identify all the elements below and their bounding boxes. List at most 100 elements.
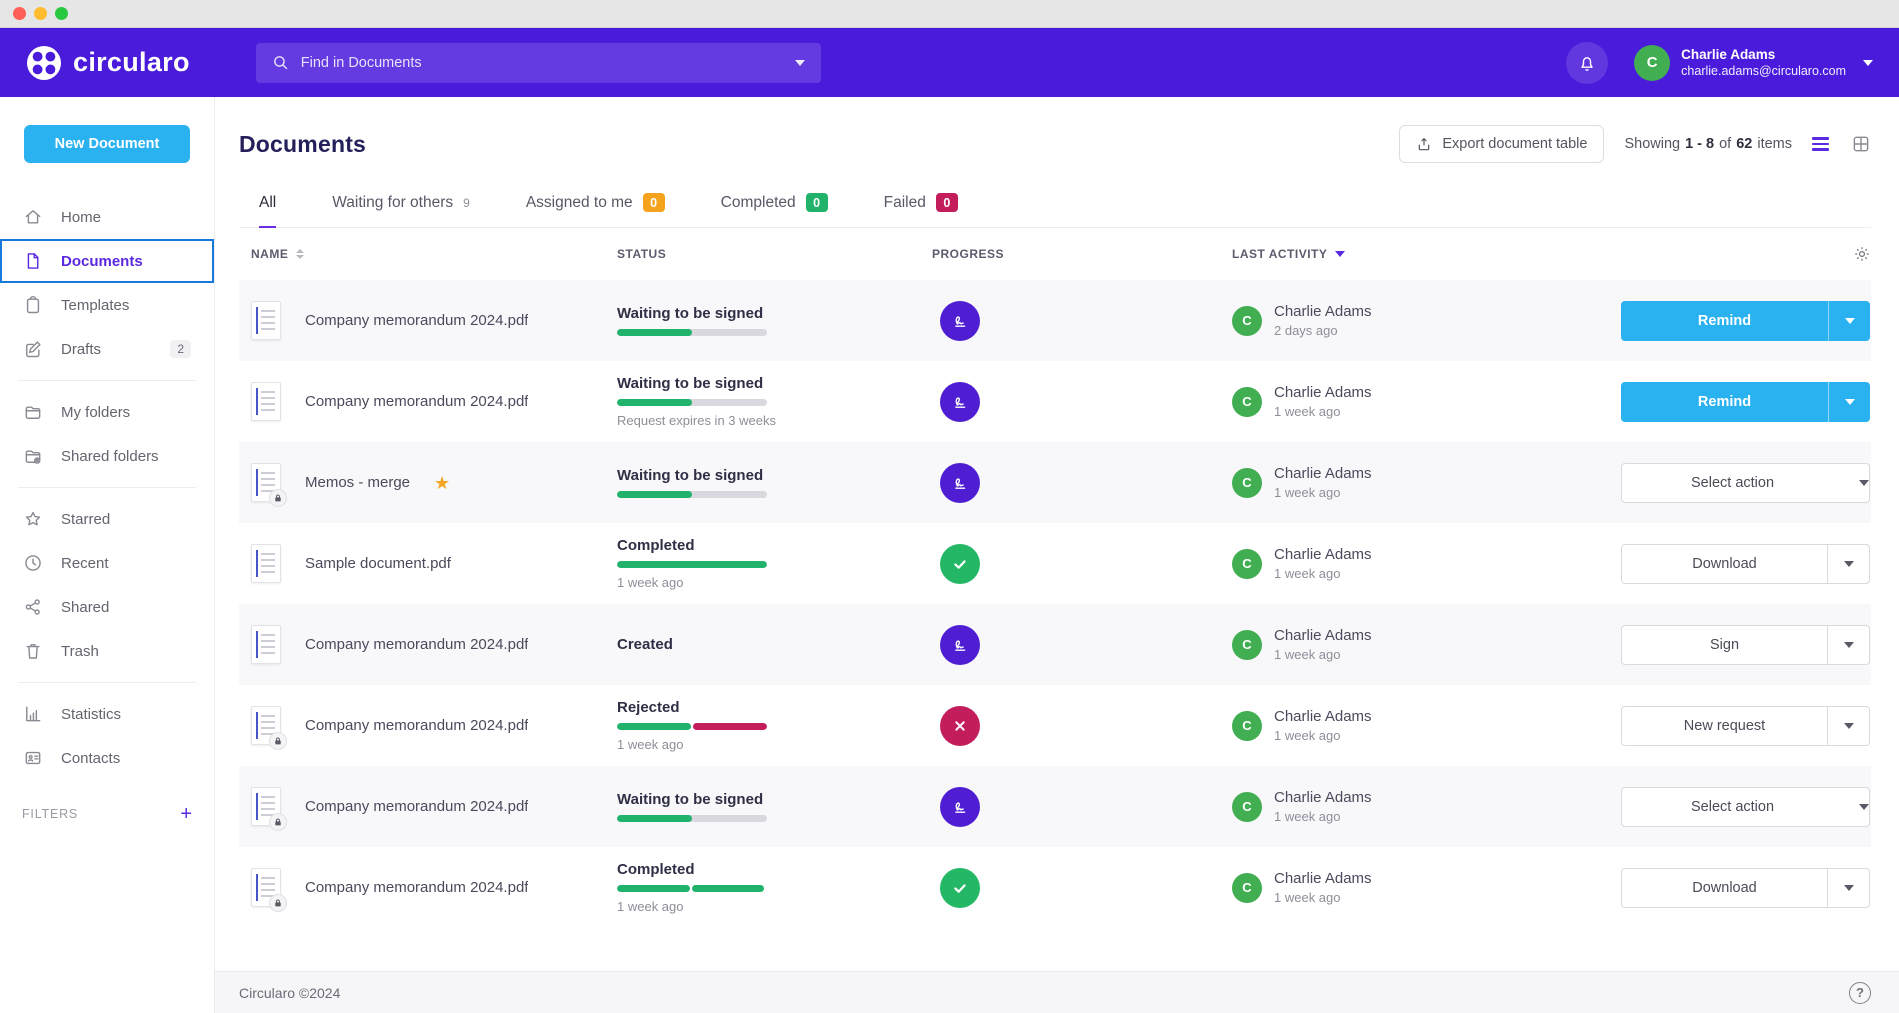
sidebar-item-shared[interactable]: Shared	[0, 585, 214, 629]
brand-logo[interactable]: circularo	[26, 45, 190, 81]
row-action-dropdown[interactable]	[1828, 301, 1870, 341]
sidebar-item-starred[interactable]: Starred	[0, 497, 214, 541]
tab-badge: 0	[643, 193, 665, 212]
action-button-remind[interactable]: Remind	[1621, 382, 1870, 422]
tab-label: Failed	[884, 194, 926, 212]
sidebar-item-contacts[interactable]: Contacts	[0, 736, 214, 780]
owner-name: Charlie Adams	[1274, 384, 1372, 401]
close-button[interactable]	[13, 7, 26, 20]
sidebar-item-home[interactable]: Home	[0, 195, 214, 239]
brand-name: circularo	[73, 47, 190, 78]
sidebar-item-label: Shared folders	[61, 448, 159, 465]
action-button-new-request[interactable]: New request	[1621, 706, 1870, 746]
status-label: Waiting to be signed	[617, 305, 763, 322]
document-name[interactable]: Company memorandum 2024.pdf	[305, 636, 528, 653]
row-action-dropdown[interactable]	[1827, 707, 1869, 745]
sidebar-item-templates[interactable]: Templates	[0, 283, 214, 327]
document-name[interactable]: Company memorandum 2024.pdf	[305, 393, 528, 410]
last-activity-time: 2 days ago	[1274, 323, 1372, 338]
tab-completed[interactable]: Completed0	[721, 193, 828, 228]
document-name[interactable]: Company memorandum 2024.pdf	[305, 798, 528, 815]
user-email: charlie.adams@circularo.com	[1681, 64, 1846, 78]
tab-all[interactable]: All	[259, 193, 276, 228]
owner-name: Charlie Adams	[1274, 465, 1372, 482]
new-document-button[interactable]: New Document	[24, 125, 190, 163]
global-search[interactable]	[256, 43, 821, 83]
results-count: Showing 1 - 8 of 62 items	[1624, 136, 1792, 152]
document-name[interactable]: Sample document.pdf	[305, 555, 451, 572]
tab-label: Assigned to me	[526, 194, 633, 212]
tab-assigned-to-me[interactable]: Assigned to me 0	[526, 193, 665, 228]
export-document-table-button[interactable]: Export document table	[1399, 125, 1604, 163]
action-button-select-action[interactable]: Select action	[1621, 787, 1870, 827]
avatar: C	[1232, 468, 1262, 498]
sidebar-item-drafts[interactable]: Drafts2	[0, 327, 214, 371]
tab-count: 9	[463, 196, 470, 210]
sidebar-divider	[18, 682, 196, 683]
action-button-download[interactable]: Download	[1621, 868, 1870, 908]
owner-name: Charlie Adams	[1274, 708, 1372, 725]
lock-icon	[269, 894, 287, 912]
add-filter-button[interactable]: +	[180, 804, 192, 824]
document-name[interactable]: Company memorandum 2024.pdf	[305, 879, 528, 896]
user-menu[interactable]: C Charlie Adams charlie.adams@circularo.…	[1634, 45, 1873, 81]
table-row[interactable]: Company memorandum 2024.pdf Waiting to b…	[239, 280, 1871, 361]
row-action-dropdown[interactable]	[1827, 626, 1869, 664]
table-row[interactable]: Sample document.pdf Completed 1 week ago…	[239, 523, 1871, 604]
document-name[interactable]: Company memorandum 2024.pdf	[305, 312, 528, 329]
table-row[interactable]: Company memorandum 2024.pdf Completed 1 …	[239, 847, 1871, 928]
table-settings-button[interactable]	[1618, 245, 1871, 263]
document-icon	[23, 251, 43, 271]
status-label: Waiting to be signed	[617, 375, 763, 392]
sort-desc-icon	[1335, 251, 1345, 257]
zoom-button[interactable]	[55, 7, 68, 20]
sidebar-item-shared-folders[interactable]: Shared folders	[0, 434, 214, 478]
sidebar-item-trash[interactable]: Trash	[0, 629, 214, 673]
document-name[interactable]: Memos - merge	[305, 474, 410, 491]
starred-icon[interactable]: ★	[434, 474, 450, 492]
sidebar-item-recent[interactable]: Recent	[0, 541, 214, 585]
row-action-dropdown[interactable]	[1827, 545, 1869, 583]
action-button-sign[interactable]: Sign	[1621, 625, 1870, 665]
grid-view-icon[interactable]	[1851, 134, 1871, 154]
trash-icon	[23, 641, 43, 661]
document-table: Company memorandum 2024.pdf Waiting to b…	[239, 280, 1871, 928]
sidebar-item-label: Starred	[61, 511, 110, 528]
tab-waiting-for-others[interactable]: Waiting for others9	[332, 193, 470, 228]
document-name[interactable]: Company memorandum 2024.pdf	[305, 717, 528, 734]
row-action-label: Select action	[1691, 799, 1774, 815]
column-header-progress[interactable]: PROGRESS	[932, 247, 1232, 261]
sidebar-item-documents[interactable]: Documents	[0, 239, 214, 283]
action-button-download[interactable]: Download	[1621, 544, 1870, 584]
filters-section: FILTERS +	[0, 804, 214, 824]
row-action-dropdown[interactable]	[1827, 869, 1869, 907]
status-subtext: 1 week ago	[617, 737, 684, 752]
row-action-label: Select action	[1691, 475, 1774, 491]
table-row[interactable]: Company memorandum 2024.pdf Waiting to b…	[239, 361, 1871, 442]
row-action-dropdown[interactable]	[1828, 382, 1870, 422]
help-button[interactable]: ?	[1849, 982, 1871, 1004]
action-button-remind[interactable]: Remind	[1621, 301, 1870, 341]
sidebar-item-my-folders[interactable]: My folders	[0, 390, 214, 434]
table-row[interactable]: Company memorandum 2024.pdf Created C Ch…	[239, 604, 1871, 685]
action-button-select-action[interactable]: Select action	[1621, 463, 1870, 503]
table-row[interactable]: Company memorandum 2024.pdf Waiting to b…	[239, 766, 1871, 847]
minimize-button[interactable]	[34, 7, 47, 20]
macos-titlebar	[0, 0, 1899, 28]
column-header-last-activity[interactable]: LAST ACTIVITY	[1232, 247, 1618, 261]
table-row[interactable]: Company memorandum 2024.pdf Rejected 1 w…	[239, 685, 1871, 766]
sidebar-item-label: Contacts	[61, 750, 120, 767]
table-row[interactable]: Memos - merge ★ Waiting to be signed C C…	[239, 442, 1871, 523]
row-action-label: Download	[1622, 880, 1827, 896]
search-scope-caret-icon[interactable]	[795, 60, 805, 66]
status-label: Created	[617, 636, 673, 653]
notifications-button[interactable]	[1566, 42, 1608, 84]
tab-failed[interactable]: Failed0	[884, 193, 958, 228]
column-header-name[interactable]: NAME	[239, 247, 617, 261]
cross-icon	[940, 706, 980, 746]
status-label: Waiting to be signed	[617, 791, 763, 808]
search-input[interactable]	[301, 55, 783, 71]
list-view-icon[interactable]	[1812, 137, 1829, 151]
sidebar-item-statistics[interactable]: Statistics	[0, 692, 214, 736]
column-header-status[interactable]: STATUS	[617, 247, 932, 261]
